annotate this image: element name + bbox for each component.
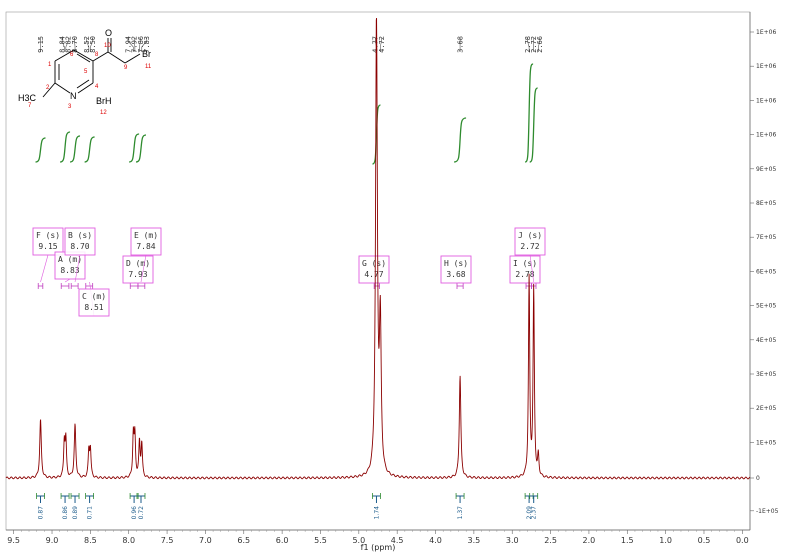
integral-value: 2.37 (531, 506, 538, 520)
x-tick-label: 4.0 (429, 536, 442, 545)
multiplet-shift: 7.93 (128, 270, 147, 279)
y-tick-label: 3E+05 (756, 371, 776, 378)
y-tick-label: 1E+06 (756, 97, 776, 104)
y-tick-label: 2E+05 (756, 405, 776, 412)
multiplet-shift: 4.77 (364, 270, 383, 279)
integral-value: 0.72 (138, 506, 145, 520)
x-tick-label: 3.0 (506, 536, 519, 545)
multiplet-letter: I (s) (513, 259, 537, 268)
y-tick-label: 1E+06 (756, 29, 776, 36)
x-tick-label: 9.0 (46, 536, 59, 545)
integral-value: 0.89 (72, 506, 79, 520)
y-tick-label: 1E+06 (756, 132, 776, 139)
x-tick-label: 0.0 (736, 536, 749, 545)
integral-value: 1.37 (457, 506, 464, 520)
x-tick-label: 9.5 (7, 536, 20, 545)
hydrobromide: BrH (96, 96, 112, 106)
x-tick-label: 2.0 (583, 536, 596, 545)
y-tick-label: 9E+05 (756, 166, 776, 173)
peak-label: 4.72 (378, 36, 386, 53)
multiplet-letter: H (s) (444, 259, 468, 268)
x-tick-label: 3.5 (468, 536, 481, 545)
multiplet-shift: 8.51 (84, 303, 103, 312)
atom-number: 10 (104, 43, 111, 49)
methyl-group: H3C (18, 93, 37, 103)
x-tick-label: 6.5 (237, 536, 250, 545)
y-tick-label: 8E+05 (756, 200, 776, 207)
x-tick-label: 0.5 (698, 536, 711, 545)
x-tick-label: 5.5 (314, 536, 327, 545)
y-tick-label: 4E+05 (756, 337, 776, 344)
atom-number: 12 (100, 110, 107, 116)
multiplet-shift: 3.68 (446, 270, 465, 279)
y-axis: 1E+06 1E+06 1E+06 1E+06 9E+05 8E+05 7E+05 6E+05… (749, 12, 779, 530)
x-tick-label: 7.5 (161, 536, 174, 545)
x-tick-label: 7.0 (199, 536, 212, 545)
multiplet-letter: F (s) (36, 231, 60, 240)
peak-label: 2.66 (536, 36, 544, 53)
peak-label: 3.68 (456, 36, 464, 53)
multiplet-letter: G (s) (362, 259, 386, 268)
bromine-atom: Br (142, 49, 151, 59)
multiplet-letter: E (m) (134, 231, 158, 240)
multiplet-shift: 8.70 (70, 242, 89, 251)
nmr-spectrum-chart: 1E+06 1E+06 1E+06 1E+06 9E+05 8E+05 7E+05 6E+05… (5, 11, 779, 552)
y-tick-label: -1E+05 (756, 508, 779, 515)
multiplet-letter: C (m) (82, 292, 106, 301)
x-tick-label: 6.0 (276, 536, 289, 545)
x-tick-label: 8.5 (84, 536, 97, 545)
multiplet-letter: J (s) (518, 231, 542, 240)
y-tick-label: 1E+05 (756, 439, 776, 446)
x-axis-label: f1 (ppm) (361, 543, 396, 552)
y-tick-label: 6E+05 (756, 268, 776, 275)
integral-value: 0.71 (87, 506, 94, 520)
multiplet-letter: D (m) (126, 259, 150, 268)
x-tick-label: 1.0 (659, 536, 672, 545)
multiplet-shift: 7.84 (136, 242, 155, 251)
multiplet-shift: 9.15 (38, 242, 57, 251)
y-tick-label: 1E+06 (756, 63, 776, 70)
y-tick-label: 7E+05 (756, 234, 776, 241)
integral-value: 0.87 (38, 506, 45, 520)
x-tick-label: 8.0 (122, 536, 135, 545)
integral-value: 1.74 (373, 506, 380, 520)
y-tick-label: 5E+05 (756, 303, 776, 310)
nitrogen-atom: N (70, 91, 77, 101)
y-tick-label: 0 (756, 475, 760, 482)
peak-label: 8.50 (89, 36, 97, 53)
x-tick-label: 2.5 (544, 536, 557, 545)
x-tick-label: 1.5 (621, 536, 634, 545)
oxygen-atom: O (105, 28, 112, 38)
peak-label: 9.15 (37, 36, 45, 53)
multiplet-letter: B (s) (68, 231, 92, 240)
multiplet-shift: 2.72 (520, 242, 539, 251)
integral-value: 0.86 (62, 506, 69, 520)
multiplet-shift: 2.78 (515, 270, 534, 279)
atom-number: 11 (145, 64, 152, 70)
